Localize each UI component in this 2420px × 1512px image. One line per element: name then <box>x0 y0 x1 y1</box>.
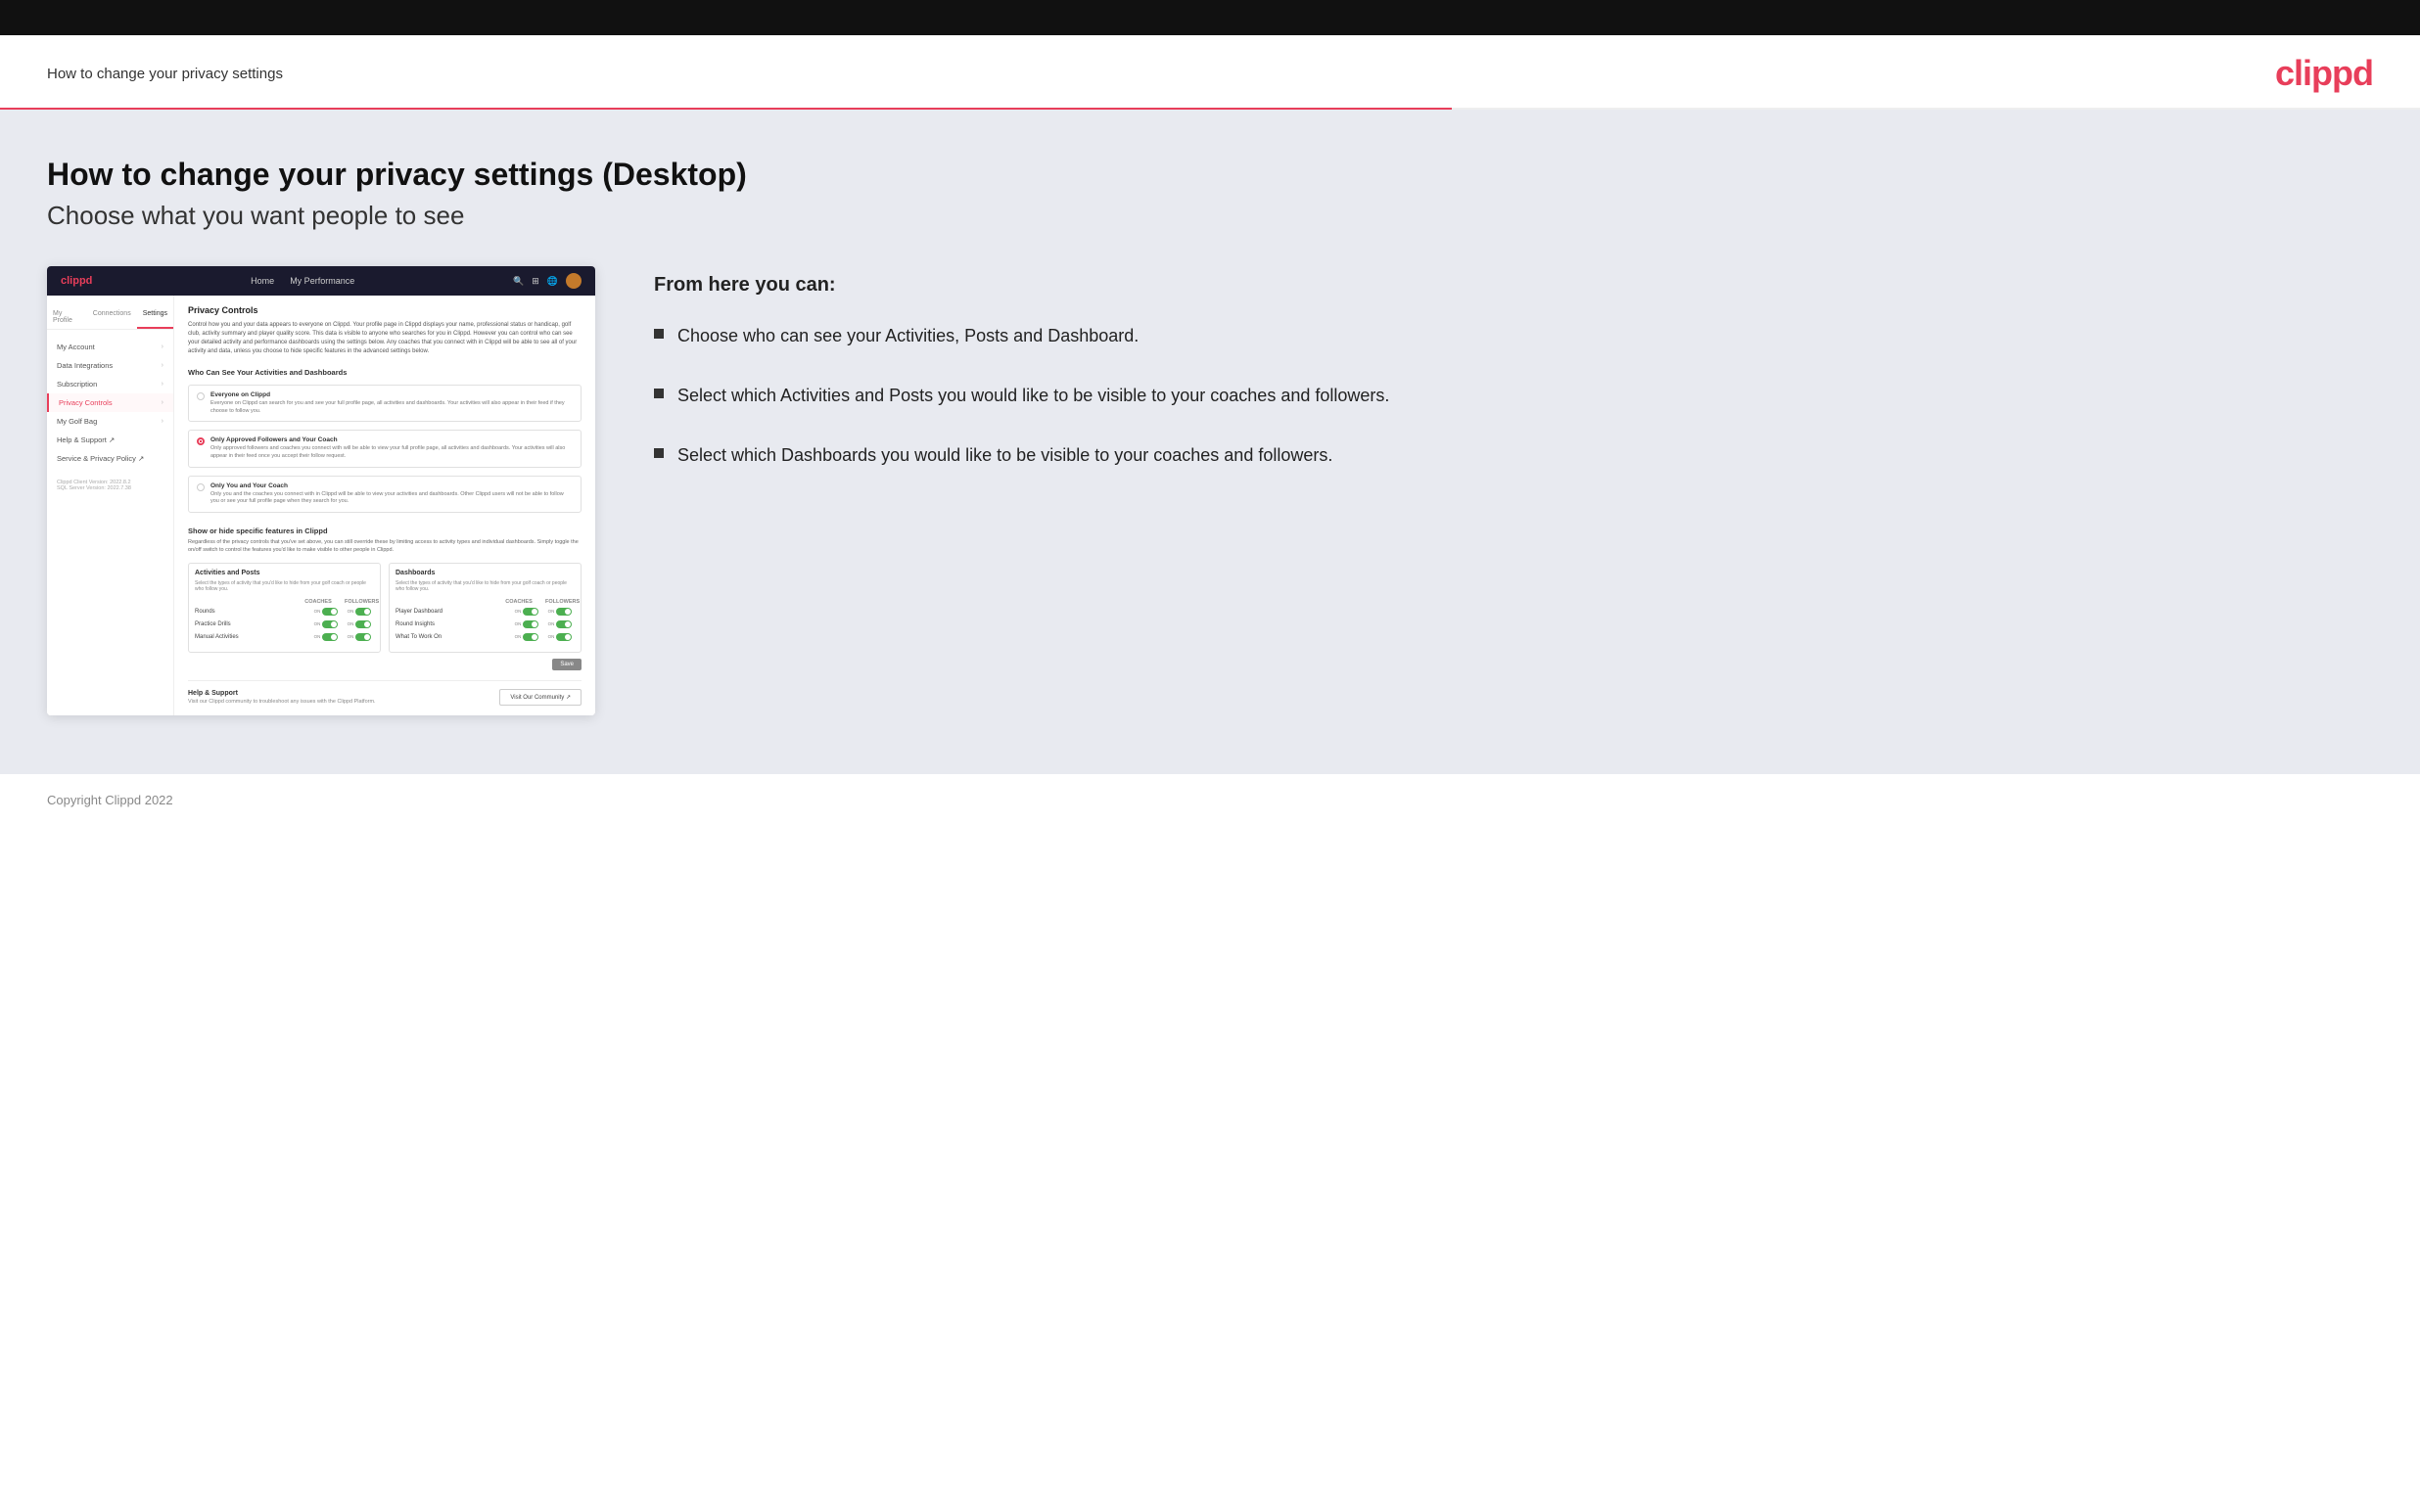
sidebar-item-my-golf-bag[interactable]: My Golf Bag › <box>47 412 173 431</box>
bullet-text-3: Select which Dashboards you would like t… <box>677 443 1332 468</box>
radio-button-only-you[interactable] <box>197 483 205 491</box>
radio-option-only-you[interactable]: Only You and Your Coach Only you and the… <box>188 476 582 513</box>
mockup-nav: Home My Performance <box>251 276 354 286</box>
help-desc: Visit our Clippd community to troublesho… <box>188 699 376 705</box>
toggles-grid: Activities and Posts Select the types of… <box>188 563 582 653</box>
visit-community-button[interactable]: Visit Our Community ↗ <box>499 689 582 706</box>
bullet-square-2 <box>654 389 664 398</box>
avatar[interactable] <box>566 273 582 289</box>
save-button[interactable]: Save <box>552 659 582 670</box>
header: How to change your privacy settings clip… <box>0 35 2420 108</box>
sidebar-item-help-support[interactable]: Help & Support ↗ <box>47 431 173 449</box>
show-hide-title: Show or hide specific features in Clippd <box>188 527 582 535</box>
mockup-description: Control how you and your data appears to… <box>188 321 582 356</box>
tab-my-profile[interactable]: My Profile <box>47 305 87 329</box>
chevron-right-icon: › <box>162 344 163 350</box>
mockup-body: My Profile Connections Settings My Accou… <box>47 296 595 715</box>
chevron-right-icon: › <box>162 362 163 369</box>
toggle-what-to-work-followers[interactable] <box>556 633 572 641</box>
bullet-item-3: Select which Dashboards you would like t… <box>654 443 2373 468</box>
toggle-rounds-followers[interactable] <box>355 608 371 616</box>
mockup-sidebar: My Profile Connections Settings My Accou… <box>47 296 174 715</box>
toggle-practice-followers[interactable] <box>355 620 371 628</box>
toggles-section: Show or hide specific features in Clippd… <box>188 527 582 669</box>
logo: clippd <box>2275 53 2373 94</box>
main-content: How to change your privacy settings (Des… <box>0 110 2420 774</box>
footer: Copyright Clippd 2022 <box>0 774 2420 827</box>
toggle-round-insights-followers[interactable] <box>556 620 572 628</box>
copyright: Copyright Clippd 2022 <box>47 793 173 807</box>
chevron-right-icon: › <box>162 418 163 425</box>
from-here-label: From here you can: <box>654 274 2373 297</box>
mockup-nav-home[interactable]: Home <box>251 276 274 286</box>
toggle-manual-coaches[interactable] <box>322 633 338 641</box>
sidebar-item-subscription[interactable]: Subscription › <box>47 375 173 393</box>
chevron-right-icon: › <box>162 381 163 388</box>
toggle-row-practice-drills: Practice Drills ON ON <box>195 620 374 628</box>
toggle-practice-coaches[interactable] <box>322 620 338 628</box>
toggle-round-insights-coaches[interactable] <box>523 620 538 628</box>
chevron-right-icon: › <box>162 399 163 406</box>
globe-icon[interactable]: 🌐 <box>547 276 558 287</box>
grid-icon[interactable]: ⊞ <box>532 276 539 287</box>
dashboards-panel-title: Dashboards <box>396 570 575 576</box>
toggle-row-round-insights: Round Insights ON ON <box>396 620 575 628</box>
radio-option-everyone[interactable]: Everyone on Clippd Everyone on Clippd ca… <box>188 385 582 422</box>
radio-button-everyone[interactable] <box>197 392 205 400</box>
radio-button-approved-followers[interactable] <box>197 437 205 445</box>
activities-panel-desc: Select the types of activity that you'd … <box>195 580 374 593</box>
activities-panel: Activities and Posts Select the types of… <box>188 563 381 653</box>
help-title: Help & Support <box>188 690 376 697</box>
toggle-player-dash-followers[interactable] <box>556 608 572 616</box>
bullet-square-1 <box>654 329 664 339</box>
show-hide-desc: Regardless of the privacy controls that … <box>188 539 582 554</box>
mockup-logo: clippd <box>61 275 92 287</box>
mockup-section-title: Privacy Controls <box>188 305 582 315</box>
mockup-topbar: clippd Home My Performance 🔍 ⊞ 🌐 <box>47 266 595 296</box>
toggle-rounds-coaches[interactable] <box>322 608 338 616</box>
sidebar-item-privacy-controls[interactable]: Privacy Controls › <box>47 393 173 412</box>
help-section: Help & Support Visit our Clippd communit… <box>188 680 582 706</box>
radio-group: Everyone on Clippd Everyone on Clippd ca… <box>188 385 582 513</box>
bullet-item-1: Choose who can see your Activities, Post… <box>654 324 2373 348</box>
dashboards-panel: Dashboards Select the types of activity … <box>389 563 582 653</box>
dashboards-toggle-headers: COACHES FOLLOWERS <box>396 599 575 605</box>
mockup-icons: 🔍 ⊞ 🌐 <box>513 273 582 289</box>
page-subheading: Choose what you want people to see <box>47 201 2373 231</box>
save-row: Save <box>188 659 582 670</box>
top-bar <box>0 0 2420 35</box>
toggle-row-manual-activities: Manual Activities ON ON <box>195 633 374 641</box>
dashboards-panel-desc: Select the types of activity that you'd … <box>396 580 575 593</box>
toggle-row-what-to-work-on: What To Work On ON ON <box>396 633 575 641</box>
mockup-nav-performance[interactable]: My Performance <box>290 276 354 286</box>
who-can-see-title: Who Can See Your Activities and Dashboar… <box>188 368 582 377</box>
activities-toggle-headers: COACHES FOLLOWERS <box>195 599 374 605</box>
page-heading: How to change your privacy settings (Des… <box>47 157 2373 193</box>
mockup-main-panel: Privacy Controls Control how you and you… <box>174 296 595 715</box>
toggle-what-to-work-coaches[interactable] <box>523 633 538 641</box>
bullet-square-3 <box>654 448 664 458</box>
tab-settings[interactable]: Settings <box>137 305 173 329</box>
header-title: How to change your privacy settings <box>47 66 283 82</box>
toggle-row-rounds: Rounds ON ON <box>195 608 374 616</box>
search-icon[interactable]: 🔍 <box>513 276 524 287</box>
content-columns: clippd Home My Performance 🔍 ⊞ 🌐 My P <box>47 266 2373 715</box>
toggle-row-player-dashboard: Player Dashboard ON ON <box>396 608 575 616</box>
version-info: Clippd Client Version: 2022.8.2SQL Serve… <box>47 468 173 495</box>
bullet-text-1: Choose who can see your Activities, Post… <box>677 324 1139 348</box>
bullet-list: Choose who can see your Activities, Post… <box>654 324 2373 469</box>
bullet-item-2: Select which Activities and Posts you wo… <box>654 384 2373 408</box>
toggle-manual-followers[interactable] <box>355 633 371 641</box>
mockup-sidebar-tabs: My Profile Connections Settings <box>47 305 173 330</box>
sidebar-item-service-privacy[interactable]: Service & Privacy Policy ↗ <box>47 449 173 468</box>
activities-panel-title: Activities and Posts <box>195 570 374 576</box>
right-panel: From here you can: Choose who can see yo… <box>654 266 2373 469</box>
tab-connections[interactable]: Connections <box>87 305 137 329</box>
radio-option-approved-followers[interactable]: Only Approved Followers and Your Coach O… <box>188 430 582 467</box>
bullet-text-2: Select which Activities and Posts you wo… <box>677 384 1389 408</box>
screenshot-mockup: clippd Home My Performance 🔍 ⊞ 🌐 My P <box>47 266 595 715</box>
sidebar-item-data-integrations[interactable]: Data Integrations › <box>47 356 173 375</box>
sidebar-item-my-account[interactable]: My Account › <box>47 338 173 356</box>
toggle-player-dash-coaches[interactable] <box>523 608 538 616</box>
